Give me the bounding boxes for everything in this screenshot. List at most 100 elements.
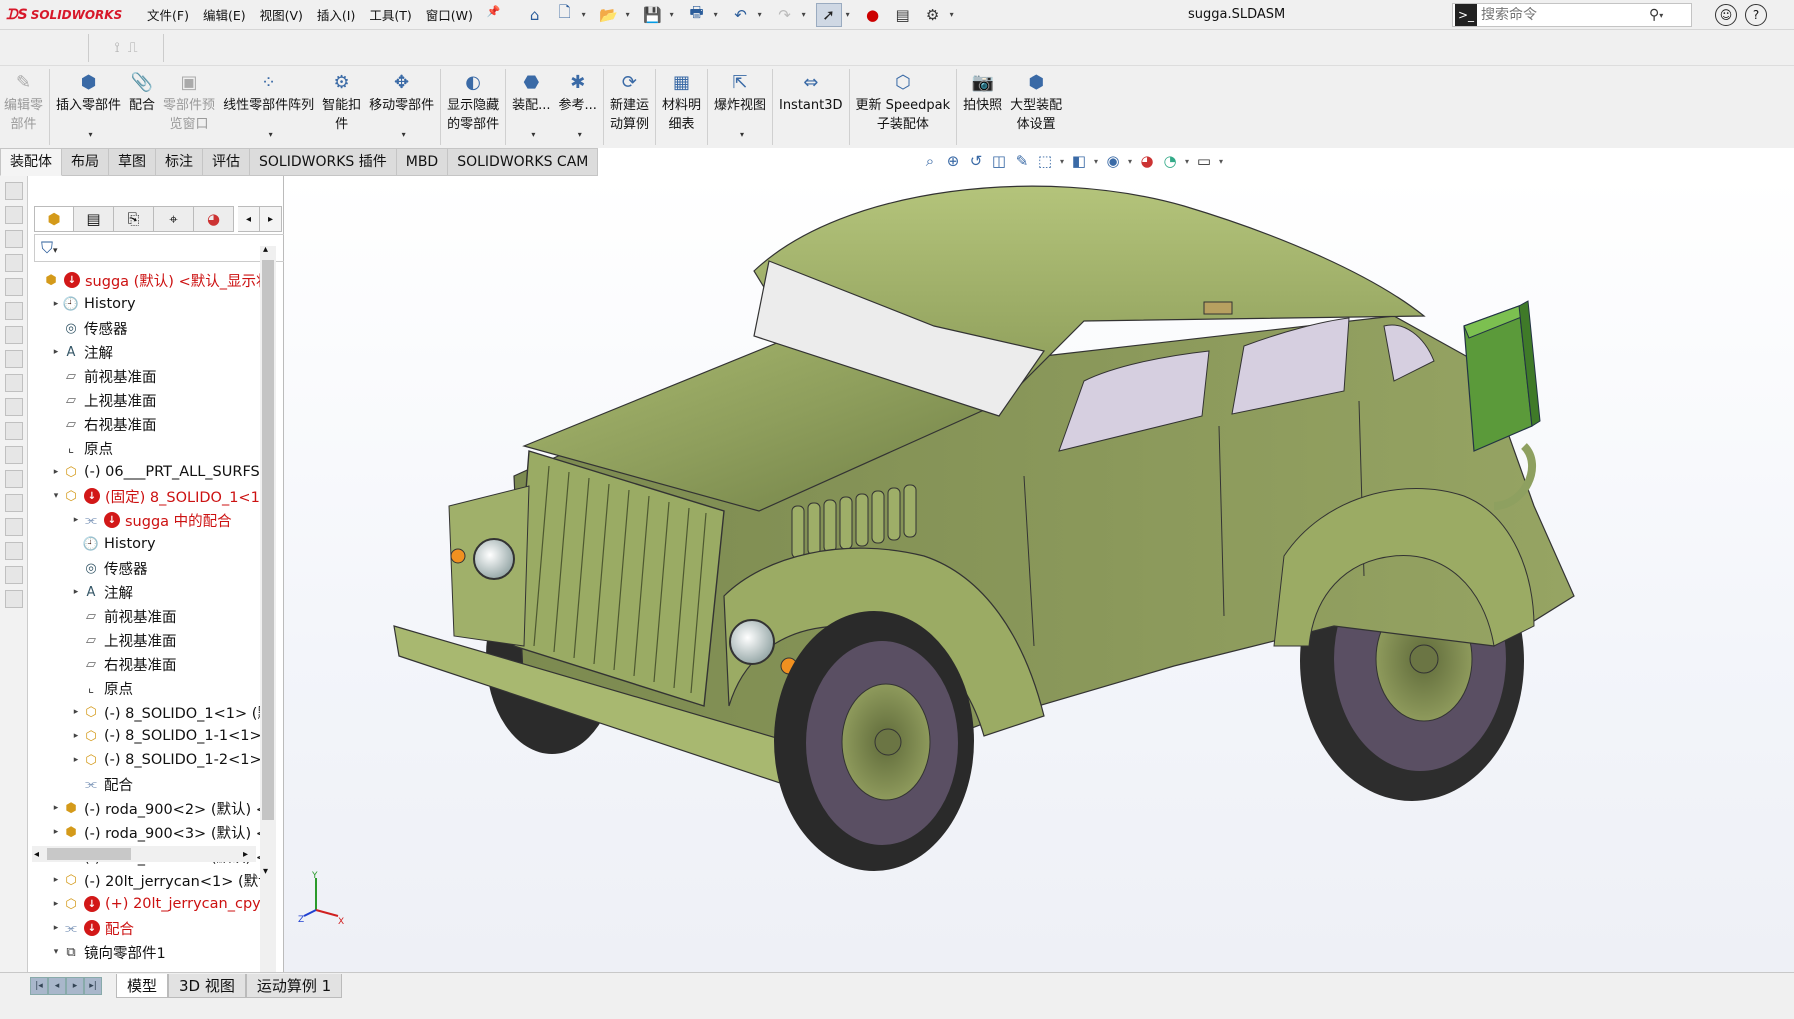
tree-item[interactable]: ▾ ⧉ 镜向零部件1 — [30, 940, 264, 964]
tree-item[interactable]: ▸ ⬡ (-) 8_SOLIDO_1<1> (默 — [30, 700, 264, 724]
expander-icon[interactable]: ▸ — [50, 875, 62, 885]
first-tab-icon[interactable]: |◂ — [30, 976, 48, 995]
graphics-area[interactable] — [284, 176, 1794, 972]
options-gear-icon[interactable]: ⚙ — [920, 3, 946, 27]
file-properties-icon[interactable]: ▤ — [890, 3, 916, 27]
tree-item[interactable]: ◎ 传感器 — [30, 316, 264, 340]
expander-icon[interactable]: ▸ — [70, 515, 82, 525]
strip-tool-icon[interactable] — [5, 518, 23, 536]
strip-tool-icon[interactable] — [5, 254, 23, 272]
tree-item[interactable]: ▸ A 注解 — [30, 580, 264, 604]
zoom-to-fit-icon[interactable]: ⌕ — [920, 152, 940, 170]
ribbon-button[interactable]: ⁘ 线性零部件阵列 ▾ — [219, 66, 318, 146]
feature-tree-tab-icon[interactable]: ⬢ — [34, 206, 74, 232]
display-manager-tab-icon[interactable]: ◕ — [194, 206, 234, 232]
tree-horizontal-scrollbar[interactable]: ◂ ▸ — [32, 846, 256, 862]
dropdown-arrow-icon[interactable]: ▾ — [89, 125, 93, 144]
tree-item[interactable]: ▸ ⬡ (-) 06___PRT_ALL_SURFS< — [30, 460, 264, 484]
ribbon-button[interactable]: ✎ 编辑零 部件 — [0, 66, 47, 146]
tree-item[interactable]: ▱ 右视基准面 — [30, 652, 264, 676]
vehicle-model[interactable] — [284, 176, 1794, 972]
menu-item[interactable]: 窗口(W) — [419, 5, 480, 24]
hide-show-items-icon[interactable]: ◉ — [1103, 152, 1123, 170]
strip-tool-icon[interactable] — [5, 398, 23, 416]
step-flyout-icon[interactable]: ⎍ — [128, 40, 138, 56]
next-tab-icon[interactable]: ▸ — [66, 976, 84, 995]
dropdown-arrow-icon[interactable]: ▾ — [802, 10, 812, 19]
solidworks-logo[interactable]: ᗪS SOLIDWORKS — [0, 7, 140, 23]
command-tab[interactable]: 装配体 — [0, 148, 62, 176]
tree-item[interactable]: ▸ A 注解 — [30, 340, 264, 364]
ribbon-button[interactable]: ⟳ 新建运 动算例 — [606, 66, 653, 146]
sketch-flyout-icon[interactable]: ⟟ — [114, 40, 119, 56]
dropdown-arrow-icon[interactable]: ▾ — [582, 10, 592, 19]
filter-icon[interactable]: ⛉ — [41, 238, 53, 257]
tree-item[interactable]: ▱ 前视基准面 — [30, 604, 264, 628]
command-tab[interactable]: 草图 — [109, 148, 156, 176]
scroll-left-icon[interactable]: ◂ — [34, 849, 39, 860]
ribbon-button[interactable]: ▦ 材料明 细表 — [658, 66, 705, 146]
tree-item[interactable]: ▸ ⫘ ↓ 配合 — [30, 916, 264, 940]
tree-item[interactable]: ◎ 传感器 — [30, 556, 264, 580]
expander-icon[interactable]: ▾ — [50, 947, 62, 957]
ribbon-button[interactable]: ⇔ Instant3D — [775, 66, 847, 146]
expander-icon[interactable]: ▸ — [50, 923, 62, 933]
ribbon-button[interactable]: ⬣ 装配... ▾ — [508, 66, 554, 146]
strip-tool-icon[interactable] — [5, 326, 23, 344]
tree-item[interactable]: ▸ ⬢ (-) roda_900<3> (默认) <默 — [30, 820, 264, 844]
pin-icon[interactable]: 📌 — [480, 5, 508, 24]
previous-view-icon[interactable]: ↺ — [966, 152, 986, 170]
expander-icon[interactable]: ▸ — [50, 299, 62, 309]
dropdown-arrow-icon[interactable]: ▾ — [758, 10, 768, 19]
open-folder-icon[interactable]: 📂 — [596, 3, 622, 27]
bottom-tab[interactable]: 3D 视图 — [168, 973, 246, 998]
strip-tool-icon[interactable] — [5, 542, 23, 560]
scroll-left-icon[interactable]: ◂ — [238, 206, 260, 232]
command-tab[interactable]: 标注 — [156, 148, 203, 176]
edit-appearance-icon[interactable]: ◕ — [1137, 152, 1157, 170]
hscroll-thumb[interactable] — [47, 848, 132, 860]
tree-item[interactable]: ▸ 🕘 History — [30, 292, 264, 316]
tree-item[interactable]: ▸ ⬡ (-) 20lt_jerrycan<1> (默认 — [30, 868, 264, 892]
print-icon[interactable]: 🖶 — [684, 3, 710, 27]
dropdown-arrow-icon[interactable]: ▾ — [740, 125, 744, 144]
dropdown-arrow-icon[interactable]: ▾ — [846, 10, 856, 19]
tree-item[interactable]: ▸ ⬡ ↓ (+) 20lt_jerrycan_cpy_ — [30, 892, 264, 916]
search-box[interactable]: >_ ⚲ ▾ — [1452, 3, 1692, 27]
dropdown-arrow-icon[interactable]: ▾ — [402, 125, 406, 144]
tree-item[interactable]: ▸ ⬢ (-) roda_900<2> (默认) <默 — [30, 796, 264, 820]
save-icon[interactable]: 💾 — [640, 3, 666, 27]
expander-icon[interactable]: ▾ — [50, 491, 62, 501]
menu-item[interactable]: 插入(I) — [310, 5, 362, 24]
ribbon-button[interactable]: ⚙ 智能扣 件 — [318, 66, 365, 146]
tree-item[interactable]: ▱ 上视基准面 — [30, 388, 264, 412]
ribbon-button[interactable]: ◐ 显示隐藏 的零部件 — [443, 66, 503, 146]
ribbon-button[interactable]: ⇱ 爆炸视图 ▾ — [710, 66, 770, 146]
scrollbar-thumb[interactable] — [262, 260, 274, 820]
tree-item[interactable]: 🕘 History — [30, 532, 264, 556]
rebuild-traffic-light-icon[interactable]: ● — [860, 3, 886, 27]
strip-tool-icon[interactable] — [5, 494, 23, 512]
ribbon-button[interactable]: ⬢ 大型装配 体设置 — [1006, 66, 1066, 146]
strip-tool-icon[interactable] — [5, 422, 23, 440]
menu-item[interactable]: 视图(V) — [253, 5, 310, 24]
strip-tool-icon[interactable] — [5, 350, 23, 368]
command-tab[interactable]: SOLIDWORKS 插件 — [250, 148, 397, 176]
section-view-icon[interactable]: ◫ — [989, 152, 1009, 170]
expander-icon[interactable]: ▸ — [50, 467, 62, 477]
expander-icon[interactable]: ▸ — [50, 899, 62, 909]
menu-item[interactable]: 工具(T) — [362, 5, 418, 24]
strip-tool-icon[interactable] — [5, 566, 23, 584]
ribbon-button[interactable]: ✥ 移动零部件 ▾ — [365, 66, 438, 146]
search-input[interactable] — [1481, 7, 1641, 23]
menu-item[interactable]: 文件(F) — [140, 5, 196, 24]
dimxpert-tab-icon[interactable]: ⌖ — [154, 206, 194, 232]
zoom-to-area-icon[interactable]: ⊕ — [943, 152, 963, 170]
command-tab[interactable]: SOLIDWORKS CAM — [448, 148, 599, 176]
ribbon-button[interactable]: 📎 配合 — [125, 66, 159, 146]
scroll-up-icon[interactable]: ▴ — [263, 244, 268, 255]
last-tab-icon[interactable]: ▸| — [84, 976, 102, 995]
tree-item[interactable]: ▱ 上视基准面 — [30, 628, 264, 652]
tree-item[interactable]: ⌞ 原点 — [30, 436, 264, 460]
bottom-tab[interactable]: 运动算例 1 — [245, 973, 343, 998]
